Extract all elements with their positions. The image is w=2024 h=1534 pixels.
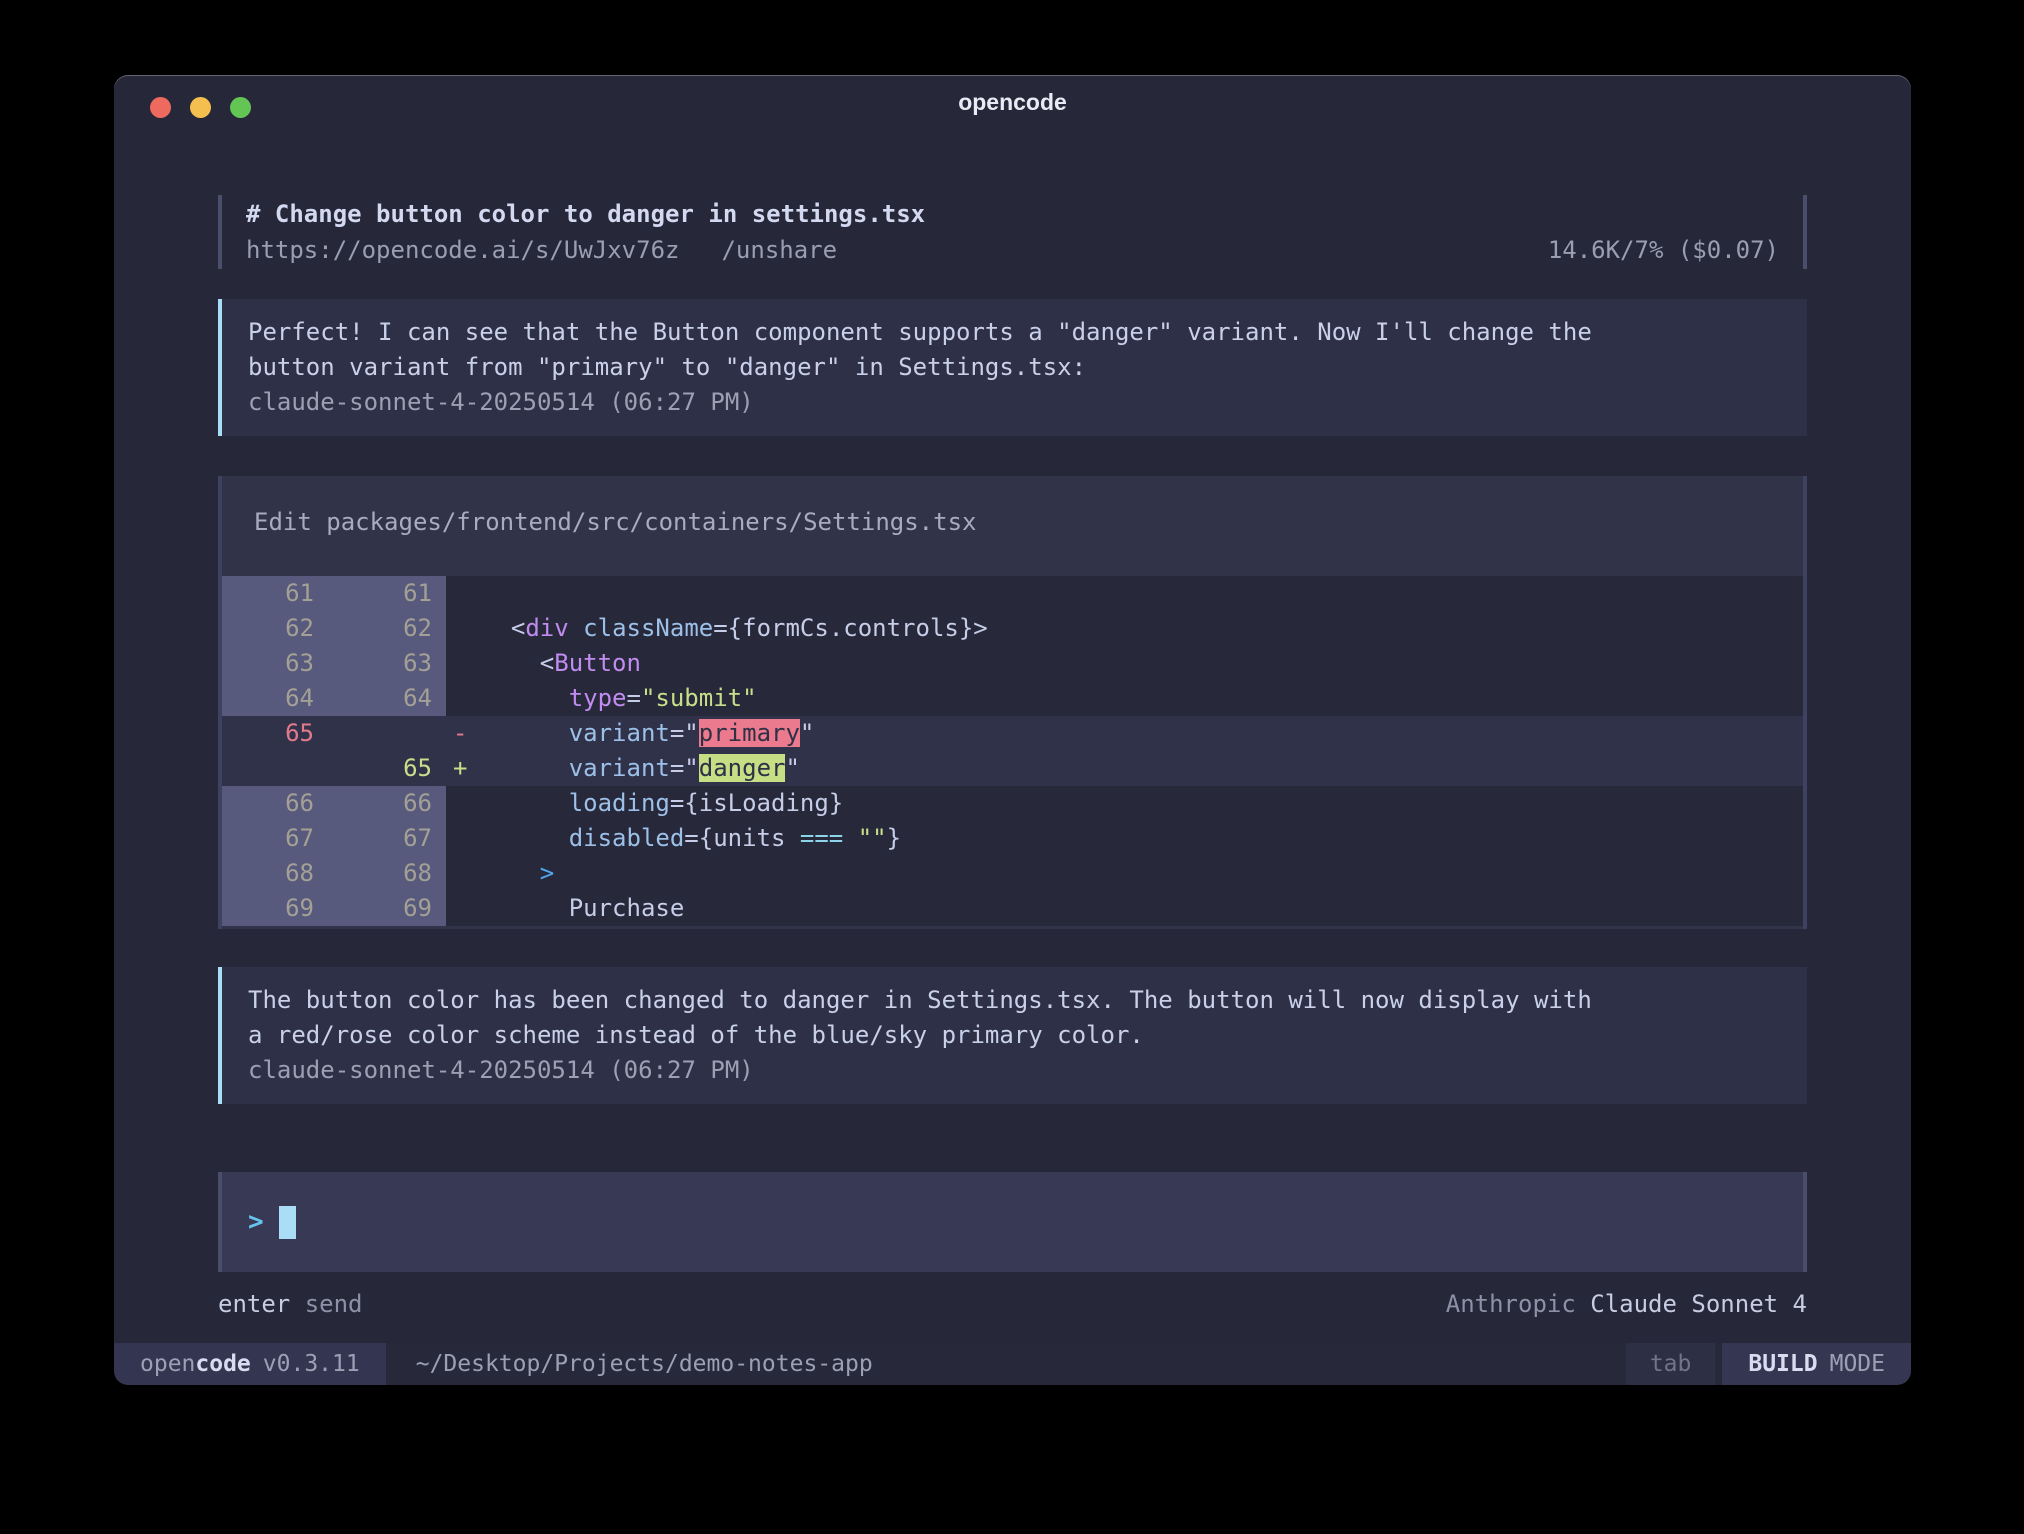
model-timestamp: claude-sonnet-4-20250514 (06:27 PM) [248, 1053, 1783, 1088]
status-bar: opencode v0.3.11 ~/Desktop/Projects/demo-… [114, 1343, 1911, 1385]
session-header: # Change button color to danger in setti… [218, 195, 1807, 269]
diff-row: 6464 type="submit" [222, 681, 1803, 716]
app-version-badge: opencode v0.3.11 [114, 1343, 386, 1385]
diff-row: 65- variant="primary" [222, 716, 1803, 751]
mode-name: BUILD [1748, 1351, 1817, 1377]
unshare-command[interactable]: /unshare [721, 232, 837, 268]
prompt-input[interactable]: > [218, 1172, 1807, 1272]
assistant-message: Perfect! I can see that the Button compo… [218, 299, 1807, 436]
mode-badge[interactable]: BUILD MODE [1722, 1343, 1911, 1385]
send-action-label: send [305, 1288, 363, 1320]
model-label: Claude Sonnet 4 [1590, 1288, 1807, 1320]
model-label [1576, 1288, 1590, 1320]
send-action-label [290, 1288, 304, 1320]
edit-file-path: Edit packages/frontend/src/containers/Se… [222, 508, 1803, 536]
tab-key-hint: tab [1626, 1343, 1716, 1385]
hint-bar: enter send Anthropic Claude Sonnet 4 [218, 1288, 1807, 1320]
diff-row: 6363 <Button [222, 646, 1803, 681]
share-url[interactable]: https://opencode.ai/s/UwJxv76z [246, 232, 679, 268]
assistant-message: The button color has been changed to dan… [218, 967, 1807, 1104]
diff-row: 6767 disabled={units === ""} [222, 821, 1803, 856]
text-cursor [279, 1206, 296, 1239]
message-text: button variant from "primary" to "danger… [248, 350, 1783, 385]
opencode-window: opencode # Change button color to danger… [114, 75, 1911, 1385]
diff-row: 6262 <div className={formCs.controls}> [222, 611, 1803, 646]
mode-suffix: MODE [1830, 1351, 1885, 1377]
message-text: Perfect! I can see that the Button compo… [248, 315, 1783, 350]
diff-row: 65+ variant="danger" [222, 751, 1803, 786]
diff-row: 6969 Purchase [222, 891, 1803, 926]
message-text: The button color has been changed to dan… [248, 983, 1783, 1018]
app-version: v0.3.11 [263, 1351, 360, 1377]
working-directory: ~/Desktop/Projects/demo-notes-app [416, 1343, 873, 1385]
prompt-symbol: > [248, 1207, 264, 1237]
main-content: # Change button color to danger in setti… [114, 195, 1911, 1320]
token-usage: 14.6K/7% ($0.07) [1548, 232, 1779, 268]
titlebar: opencode [114, 75, 1911, 131]
session-title: # Change button color to danger in setti… [246, 196, 925, 232]
window-title: opencode [114, 89, 1911, 116]
diff-rows: 61616262 <div className={formCs.controls… [222, 576, 1803, 926]
diff-row: 6161 [222, 576, 1803, 611]
diff-row: 6868 > [222, 856, 1803, 891]
diff-row: 6666 loading={isLoading} [222, 786, 1803, 821]
app-name-light: open [140, 1351, 195, 1377]
provider-label: Anthropic [1446, 1288, 1576, 1320]
edit-diff-panel: Edit packages/frontend/src/containers/Se… [218, 476, 1807, 929]
model-timestamp: claude-sonnet-4-20250514 (06:27 PM) [248, 385, 1783, 420]
message-text: a red/rose color scheme instead of the b… [248, 1018, 1783, 1053]
enter-key-hint: enter [218, 1288, 290, 1320]
app-name-bold: code [195, 1351, 250, 1377]
